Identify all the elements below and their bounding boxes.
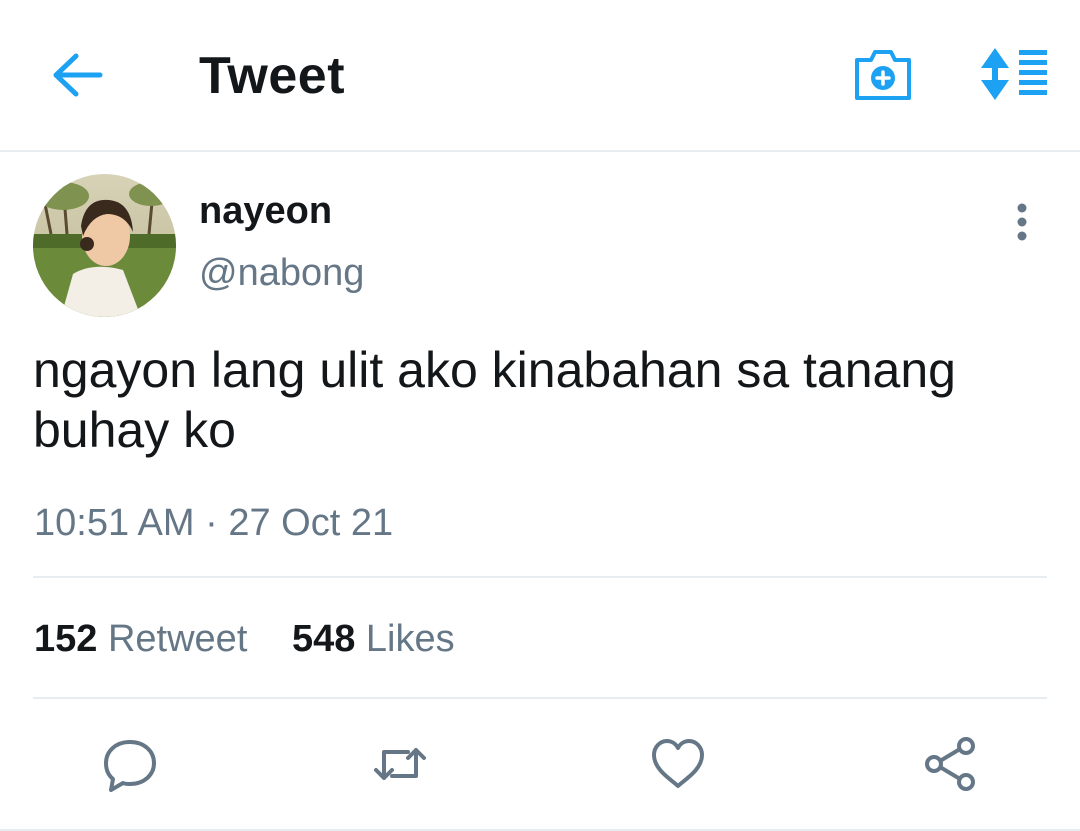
tweet-stats: 152 Retweet 548 Likes (34, 616, 455, 662)
profile-photo (33, 174, 176, 317)
likes-count: 548 (291, 618, 356, 660)
retweets-count: 152 (34, 618, 98, 660)
sort-list-icon (981, 48, 1047, 100)
display-name[interactable]: nayeon (199, 188, 332, 234)
retweets-stat[interactable]: 152 Retweet (34, 616, 247, 662)
retweet-button[interactable] (370, 734, 430, 794)
camera-add-icon (855, 50, 911, 100)
back-arrow-icon (53, 53, 103, 97)
divider (33, 697, 1047, 699)
page-title: Tweet (199, 47, 346, 105)
share-button[interactable] (920, 734, 980, 794)
tweet-text-line: ngayon lang ulit ako kinabahan sa tanang (33, 342, 956, 398)
retweets-label: Retweet (107, 618, 248, 660)
share-icon (925, 737, 975, 791)
user-handle[interactable]: @nabong (199, 250, 364, 296)
reply-button[interactable] (100, 734, 160, 794)
camera-button[interactable] (853, 44, 913, 104)
likes-stat[interactable]: 548 Likes (292, 616, 455, 662)
tweet-text: ngayon lang ulit ako kinabahan sa tanang… (33, 340, 1043, 460)
tweet-timestamp: 10:51 AM · 27 Oct 21 (34, 502, 394, 544)
retweet-icon (374, 748, 426, 780)
sort-button[interactable] (977, 46, 1049, 102)
likes-label: Likes (365, 618, 455, 660)
more-options-button[interactable] (1004, 198, 1040, 246)
divider (33, 576, 1047, 578)
tweet-text-line: buhay ko (33, 402, 236, 458)
avatar[interactable] (33, 174, 176, 317)
back-button[interactable] (50, 50, 106, 100)
more-vertical-icon (1017, 203, 1027, 241)
heart-icon (652, 739, 704, 788)
top-bar: Tweet (0, 0, 1080, 152)
like-button[interactable] (648, 734, 708, 794)
reply-icon (104, 740, 156, 792)
